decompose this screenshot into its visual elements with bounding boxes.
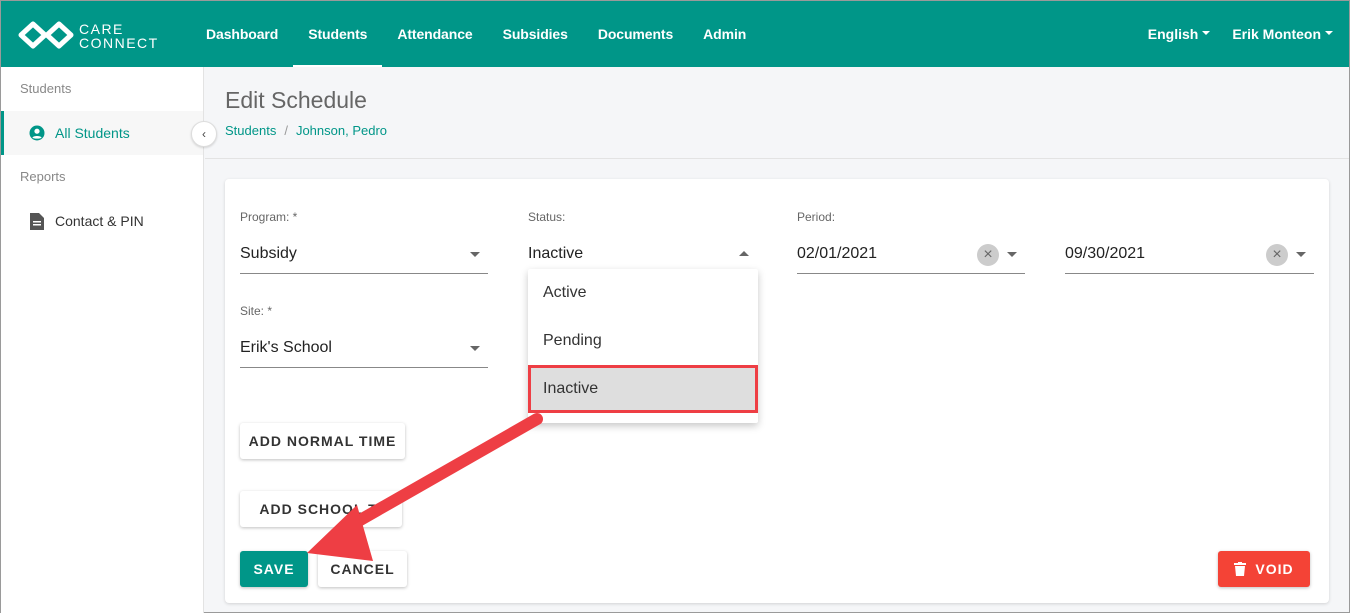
site-label: Site: * [240, 304, 273, 318]
nav-dashboard[interactable]: Dashboard [191, 1, 293, 67]
dropdown-arrow-icon [470, 346, 480, 351]
logo-line-1: CARE [79, 21, 124, 37]
logo-text: CARE CONNECT [79, 22, 159, 50]
dropdown-arrow-icon [1007, 252, 1017, 257]
status-select[interactable]: Inactive [528, 234, 757, 274]
sidebar-item-contact-pin[interactable]: Contact & PIN [1, 199, 203, 243]
clear-icon[interactable]: × [977, 244, 999, 266]
breadcrumb-student-name[interactable]: Johnson, Pedro [296, 123, 387, 138]
nav-subsidies[interactable]: Subsidies [488, 1, 583, 67]
language-dropdown[interactable]: English [1126, 1, 1211, 67]
nav-attendance[interactable]: Attendance [382, 1, 487, 67]
status-dropdown-menu: Active Pending Inactive [528, 269, 758, 423]
program-select[interactable]: Subsidy [240, 234, 488, 274]
nav-right: English Erik Monteon [1126, 1, 1333, 67]
period-end-input[interactable]: 09/30/2021 × [1065, 234, 1314, 274]
breadcrumb: Students / Johnson, Pedro [225, 123, 387, 138]
period-start-field: Period: 02/01/2021 × [797, 210, 1025, 274]
status-option-inactive[interactable]: Inactive [528, 365, 758, 413]
clear-icon[interactable]: × [1266, 244, 1288, 266]
save-button[interactable]: SAVE [240, 551, 308, 587]
status-value: Inactive [528, 245, 584, 262]
user-name: Erik Monteon [1232, 26, 1321, 42]
sidebar: Students All Students Reports Contact & … [1, 67, 204, 613]
breadcrumb-separator: / [284, 123, 288, 138]
chevron-left-icon: ‹ [202, 127, 206, 141]
program-label: Program: * [240, 210, 298, 224]
top-navbar: CARE CONNECT Dashboard Students Attendan… [1, 1, 1349, 67]
sidebar-item-label: All Students [55, 125, 130, 141]
header-divider [205, 158, 1349, 159]
sidebar-item-label: Contact & PIN [55, 213, 144, 229]
program-field: Program: * Subsidy [240, 210, 488, 274]
site-field: Site: * Erik's School [240, 304, 488, 368]
void-button[interactable]: VOID [1218, 551, 1310, 587]
sidebar-item-all-students[interactable]: All Students [1, 111, 203, 155]
period-end-field: 09/30/2021 × [1065, 210, 1314, 274]
add-normal-time-button[interactable]: ADD NORMAL TIME [240, 423, 405, 459]
dropdown-arrow-icon [470, 252, 480, 257]
dropdown-arrow-up-icon [739, 251, 749, 256]
nav-admin[interactable]: Admin [688, 1, 761, 67]
status-option-active[interactable]: Active [528, 269, 758, 317]
caret-down-icon [1202, 31, 1211, 36]
user-menu-dropdown[interactable]: Erik Monteon [1210, 1, 1333, 67]
nav-students[interactable]: Students [293, 1, 383, 67]
logo-line-2: CONNECT [79, 35, 159, 51]
care-connect-logo[interactable]: CARE CONNECT [17, 19, 167, 53]
period-end-value: 09/30/2021 [1065, 245, 1146, 262]
status-option-pending[interactable]: Pending [528, 317, 758, 365]
period-start-value: 02/01/2021 [797, 245, 878, 262]
breadcrumb-students[interactable]: Students [225, 123, 276, 138]
site-value: Erik's School [240, 339, 332, 356]
cancel-button[interactable]: CANCEL [318, 551, 407, 587]
trash-icon [1234, 562, 1247, 576]
language-label: English [1147, 26, 1199, 42]
collapse-sidebar-button[interactable]: ‹ [191, 121, 217, 147]
caret-down-icon [1325, 31, 1333, 36]
schedule-form-card: Program: * Subsidy Status: Inactive Peri… [225, 179, 1329, 603]
user-circle-icon [28, 124, 46, 142]
status-label: Status: [528, 210, 566, 224]
page-title: Edit Schedule [225, 87, 367, 113]
period-start-input[interactable]: 02/01/2021 × [797, 234, 1025, 274]
nav-documents[interactable]: Documents [583, 1, 688, 67]
dropdown-arrow-icon [1296, 252, 1306, 257]
status-field: Status: Inactive [528, 210, 757, 274]
add-school-time-button[interactable]: ADD SCHOOL TI [240, 491, 402, 527]
site-select[interactable]: Erik's School [240, 328, 488, 368]
sidebar-heading-reports: Reports [20, 169, 66, 184]
infinity-logo-icon [18, 21, 74, 49]
void-label: VOID [1255, 561, 1294, 577]
document-icon [28, 212, 46, 230]
sidebar-heading-students: Students [20, 81, 72, 96]
period-label: Period: [797, 210, 836, 224]
main-nav: Dashboard Students Attendance Subsidies … [191, 1, 761, 67]
program-value: Subsidy [240, 245, 297, 262]
